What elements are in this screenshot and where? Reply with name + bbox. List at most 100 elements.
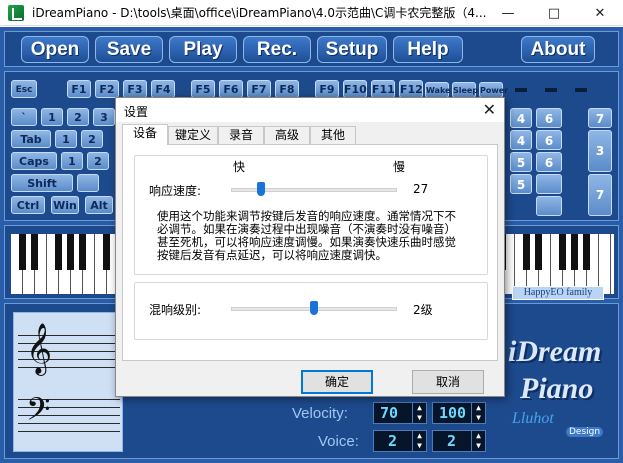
key-f6[interactable]: F6 (219, 80, 243, 98)
key-f5[interactable]: F5 (191, 80, 215, 98)
key-power[interactable]: Power (479, 82, 503, 98)
key-f7[interactable]: F7 (247, 80, 271, 98)
numpad-key[interactable]: 4 (510, 130, 532, 150)
black-key[interactable] (559, 234, 566, 270)
black-key[interactable] (571, 234, 578, 270)
key-f12[interactable]: F12 (399, 80, 423, 98)
black-key[interactable] (535, 234, 542, 270)
window-title: iDreamPiano - D:\tools\桌面\office\iDreamP… (32, 4, 492, 21)
key-wake[interactable]: Wake (425, 82, 449, 98)
black-key[interactable] (523, 234, 530, 270)
key-3[interactable]: 3 (93, 108, 115, 126)
velocity-label: Velocity: (292, 405, 348, 422)
voice-label: Voice: (318, 433, 359, 450)
key-esc[interactable]: Esc (11, 80, 37, 98)
velocity-b-spinner[interactable]: 100▲▼ (432, 402, 486, 424)
tab-key-definition[interactable]: 键定义 (168, 126, 218, 144)
numpad-key[interactable]: 5 (510, 152, 532, 172)
treble-clef-icon: 𝄞 (26, 323, 52, 374)
tab-recording[interactable]: 录音 (218, 126, 264, 144)
ok-button[interactable]: 确定 (301, 370, 373, 394)
play-button[interactable]: Play (169, 36, 237, 63)
black-key[interactable] (67, 234, 74, 270)
reverb-level-label: 混响级别: (149, 301, 201, 318)
white-key[interactable] (599, 234, 611, 294)
key-sleep[interactable]: Sleep (452, 82, 476, 98)
black-key[interactable] (19, 234, 26, 270)
spinner-arrows-icon: ▲▼ (412, 431, 426, 451)
key-w[interactable]: 2 (81, 130, 103, 148)
maximize-icon[interactable]: □ (531, 0, 577, 26)
key-win[interactable]: Win (51, 196, 79, 214)
black-key[interactable] (79, 234, 86, 270)
music-staff: 𝄞 𝄢 (13, 312, 123, 452)
key-f11[interactable]: F11 (371, 80, 395, 98)
response-speed-group: 快 慢 响应速度: 27 使用这个功能来调节按键后发音的响应速度。通常情况下不必… (134, 155, 488, 275)
numpad-key[interactable]: 6 (536, 108, 562, 128)
key-alt[interactable]: Alt (85, 196, 113, 214)
reverb-group: 混响级别: 2级 (134, 282, 488, 340)
help-button[interactable]: Help (393, 36, 463, 63)
key-q[interactable]: 1 (55, 130, 77, 148)
response-speed-description: 使用这个功能来调节按键后发音的响应速度。通常情况下不必调节。如果在演奏过程中出现… (157, 210, 467, 262)
numpad-key[interactable]: 6 (536, 152, 562, 172)
voice-b-spinner[interactable]: 2▲▼ (432, 430, 486, 452)
tab-device[interactable]: 设备 (122, 124, 168, 145)
numpad-key[interactable]: 5 (510, 174, 532, 194)
slow-label: 慢 (393, 158, 405, 175)
response-speed-label: 响应速度: (149, 182, 201, 199)
record-button[interactable]: Rec. (243, 36, 311, 63)
numpad-key[interactable] (536, 196, 562, 216)
key-f10[interactable]: F10 (343, 80, 367, 98)
window-title-bar: iDreamPiano - D:\tools\桌面\office\iDreamP… (0, 0, 623, 26)
bass-clef-icon: 𝄢 (26, 391, 50, 436)
tab-advanced[interactable]: 高级 (264, 126, 310, 144)
numpad-key[interactable]: 3 (588, 130, 612, 172)
velocity-a-spinner[interactable]: 70▲▼ (373, 402, 427, 424)
key-a[interactable]: 1 (61, 152, 83, 170)
key-backtick[interactable]: ` (11, 108, 37, 126)
cancel-button[interactable]: 取消 (412, 370, 484, 394)
numpad-key[interactable] (536, 174, 562, 194)
key-2[interactable]: 2 (67, 108, 89, 126)
numpad-key[interactable]: 6 (536, 130, 562, 150)
response-speed-thumb[interactable] (257, 182, 265, 196)
key-f8[interactable]: F8 (275, 80, 299, 98)
spinner-arrows-icon: ▲▼ (471, 431, 485, 451)
key-shift[interactable]: Shift (11, 174, 73, 192)
key-z[interactable] (77, 174, 99, 192)
key-1[interactable]: 1 (41, 108, 63, 126)
key-f2[interactable]: F2 (95, 80, 119, 98)
about-button[interactable]: About (521, 36, 595, 63)
tab-other[interactable]: 其他 (310, 126, 356, 144)
key-f1[interactable]: F1 (67, 80, 91, 98)
numpad-key[interactable]: 7 (588, 108, 612, 128)
spinner-arrows-icon: ▲▼ (471, 403, 485, 423)
open-button[interactable]: Open (21, 36, 89, 63)
key-s[interactable]: 2 (87, 152, 109, 170)
close-icon[interactable]: ✕ (483, 100, 496, 119)
key-caps[interactable]: Caps (11, 152, 57, 170)
voice-a-spinner[interactable]: 2▲▼ (373, 430, 427, 452)
black-key[interactable] (31, 234, 38, 270)
design-badge[interactable]: Design (566, 427, 603, 437)
black-key[interactable] (55, 234, 62, 270)
key-f9[interactable]: F9 (315, 80, 339, 98)
main-menu: Open Save Play Rec. Setup Help About (4, 31, 619, 67)
setup-button[interactable]: Setup (317, 36, 387, 63)
reverb-level-thumb[interactable] (310, 301, 318, 315)
numpad-key[interactable]: 7 (588, 174, 612, 216)
save-button[interactable]: Save (95, 36, 163, 63)
key-ctrl[interactable]: Ctrl (11, 196, 45, 214)
key-f3[interactable]: F3 (123, 80, 147, 98)
watermark: Lluhot (512, 410, 554, 428)
minimize-icon[interactable]: — (485, 0, 531, 26)
key-f4[interactable]: F4 (151, 80, 175, 98)
numpad-key[interactable]: 4 (510, 108, 532, 128)
response-speed-slider[interactable] (231, 188, 397, 192)
black-key[interactable] (583, 234, 590, 270)
black-key[interactable] (103, 234, 110, 270)
key-tab[interactable]: Tab (11, 130, 51, 148)
dialog-title-bar: 设置 ✕ (116, 98, 504, 122)
close-icon[interactable]: ✕ (577, 0, 623, 26)
